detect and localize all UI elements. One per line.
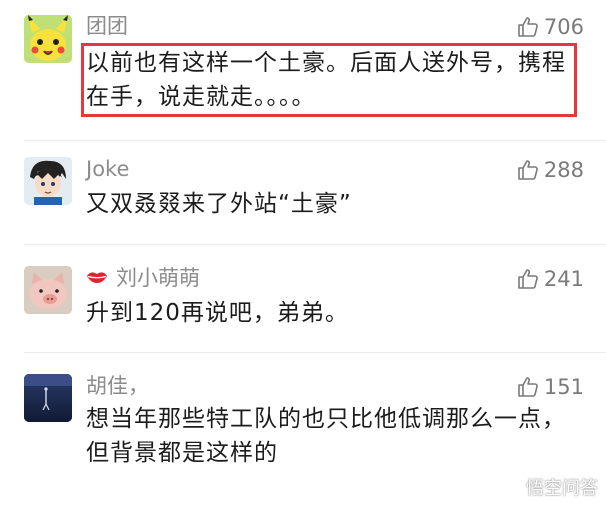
comment-line: 想当年那些特工队的也只比他低调那么一点， [86, 406, 566, 432]
like-button[interactable]: 241 [516, 266, 584, 292]
thumbs-up-icon [518, 377, 538, 397]
piglet-avatar-icon [24, 266, 72, 314]
like-button[interactable]: 151 [516, 374, 584, 400]
like-count: 706 [543, 15, 584, 39]
username[interactable]: 刘小萌萌 [116, 266, 200, 290]
divider [24, 244, 606, 245]
watermark-text: 悟空问答 [526, 478, 598, 499]
like-count: 151 [543, 375, 584, 399]
divider [24, 140, 606, 141]
username[interactable]: 团团 [86, 14, 128, 38]
like-button[interactable]: 288 [516, 157, 584, 183]
wukong-logo-icon [497, 475, 521, 499]
highlight-box [81, 43, 577, 117]
avatar[interactable] [24, 266, 72, 314]
thumbs-up-icon [518, 160, 538, 180]
anime-boy-avatar-icon [24, 157, 72, 205]
comment-line: 升到120再说吧，弟弟。 [86, 300, 349, 326]
avatar[interactable] [24, 157, 72, 205]
comment-text: 想当年那些特工队的也只比他低调那么一点， 但背景都是这样的 [86, 402, 566, 470]
comment-line: 又双叒叕来了外站“土豪” [86, 191, 352, 217]
avatar[interactable] [24, 15, 72, 63]
avatar[interactable] [24, 374, 72, 422]
username[interactable]: 胡佳， [86, 374, 149, 398]
comment-text: 又双叒叕来了外站“土豪” [86, 187, 352, 221]
lips-icon [87, 272, 107, 283]
thumbs-up-icon [518, 269, 538, 289]
comment-list: 团团 以前也有这样一个土豪。后面人送外号，携程 在手，说走就走。。。。 706 [0, 0, 606, 508]
watermark: 悟空问答 [496, 474, 598, 500]
like-count: 241 [543, 267, 584, 291]
divider [24, 352, 606, 353]
username[interactable]: Joke [86, 157, 129, 181]
like-button[interactable]: 706 [516, 14, 584, 40]
night-scene-avatar-icon [24, 374, 72, 422]
thumbs-up-icon [518, 17, 538, 37]
pikachu-avatar-icon [24, 15, 72, 63]
comment-line: 但背景都是这样的 [86, 440, 278, 466]
like-count: 288 [543, 158, 584, 182]
comment-text: 升到120再说吧，弟弟。 [86, 296, 349, 330]
